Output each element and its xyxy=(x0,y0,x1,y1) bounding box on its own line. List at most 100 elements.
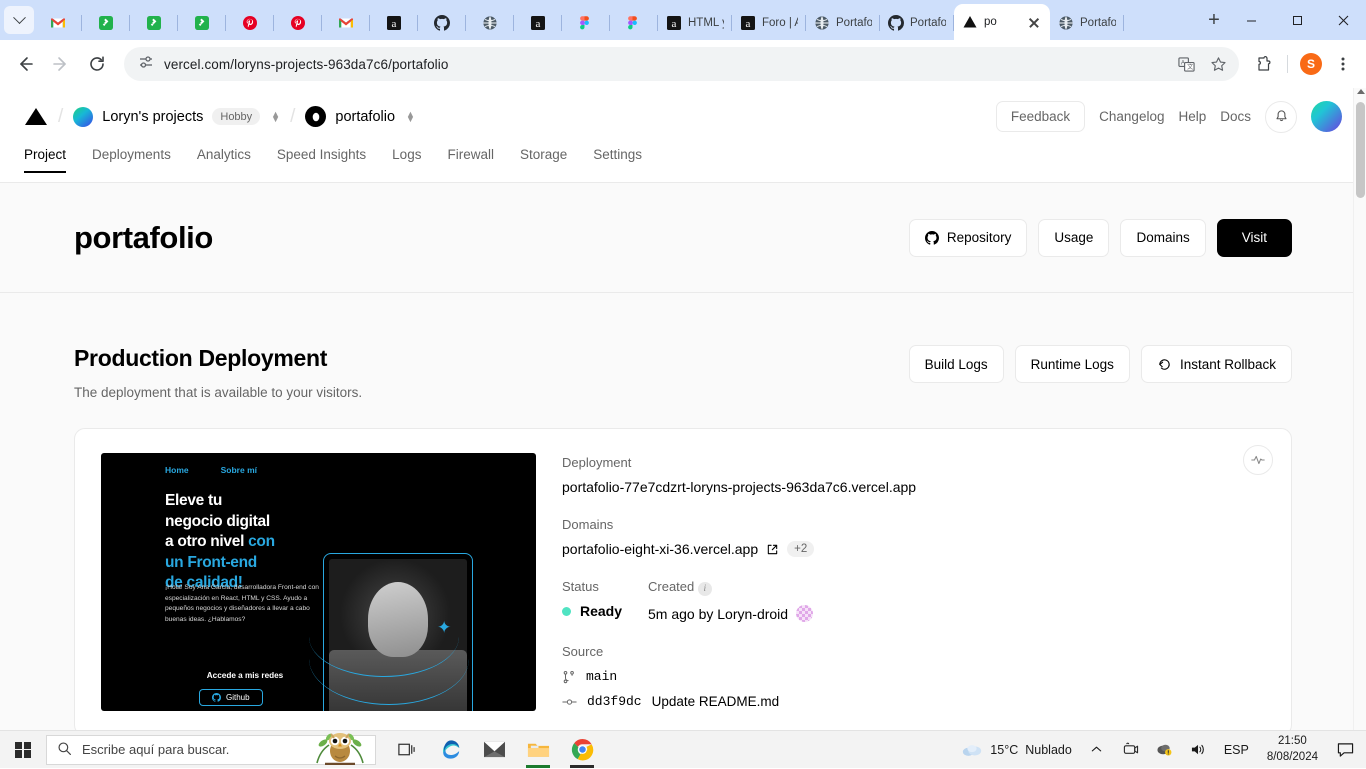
runtime-logs-button[interactable]: Runtime Logs xyxy=(1015,345,1130,383)
start-button[interactable] xyxy=(0,731,46,769)
browser-tab[interactable] xyxy=(226,6,274,40)
browser-tab[interactable]: Portafo xyxy=(1050,6,1124,40)
platzi-icon xyxy=(146,15,162,31)
weather-widget[interactable]: 15°C Nublado xyxy=(953,731,1080,769)
bookmark-star-icon[interactable] xyxy=(1203,49,1233,79)
team-switcher-icon[interactable]: ▲▼ xyxy=(271,112,280,122)
breadcrumb-project[interactable]: portafolio ▲▼ xyxy=(305,106,415,127)
file-explorer-icon[interactable] xyxy=(516,731,560,769)
commit-row[interactable]: dd3f9dc Update README.md xyxy=(562,694,1265,709)
browser-tab[interactable] xyxy=(34,6,82,40)
branch-row[interactable]: main xyxy=(562,669,1265,684)
close-button[interactable] xyxy=(1320,4,1366,36)
extensions-icon[interactable] xyxy=(1249,49,1279,79)
git-branch-icon xyxy=(562,670,576,684)
nav-tab-settings[interactable]: Settings xyxy=(593,147,642,173)
alura-icon: a xyxy=(386,15,402,31)
tab-title: Portafo xyxy=(836,17,872,29)
preview-heading: Eleve tunegocio digitala otro nivel conu… xyxy=(165,491,275,594)
deployment-preview-thumbnail[interactable]: Home Sobre mí Eleve tunegocio digitala o… xyxy=(101,453,536,711)
security-warning-icon[interactable] xyxy=(1148,731,1182,769)
usage-button[interactable]: Usage xyxy=(1038,219,1109,257)
browser-tab[interactable] xyxy=(130,6,178,40)
vercel-triangle-logo[interactable] xyxy=(24,106,48,128)
browser-tab[interactable]: aHTML y xyxy=(658,6,732,40)
browser-tab[interactable] xyxy=(610,6,658,40)
minimize-button[interactable] xyxy=(1228,4,1274,36)
nav-tab-speed-insights[interactable]: Speed Insights xyxy=(277,147,366,173)
scrollbar-thumb[interactable] xyxy=(1356,102,1365,198)
instant-rollback-button[interactable]: Instant Rollback xyxy=(1141,345,1292,383)
back-button[interactable] xyxy=(8,47,42,81)
changelog-link[interactable]: Changelog xyxy=(1099,109,1164,124)
chrome-menu-icon[interactable] xyxy=(1328,49,1358,79)
nav-tab-storage[interactable]: Storage xyxy=(520,147,567,173)
project-switcher-icon[interactable]: ▲▼ xyxy=(406,112,415,122)
browser-tab[interactable] xyxy=(418,6,466,40)
deployment-url[interactable]: portafolio-77e7cdzrt-loryns-projects-963… xyxy=(562,479,1265,495)
show-hidden-icons-icon[interactable] xyxy=(1080,731,1114,769)
browser-tab[interactable] xyxy=(466,6,514,40)
browser-tab[interactable]: Portafo xyxy=(806,6,880,40)
commit-hash: dd3f9dc xyxy=(587,694,642,709)
reload-button[interactable] xyxy=(80,47,114,81)
chevron-down-icon xyxy=(13,11,26,24)
browser-tab[interactable] xyxy=(178,6,226,40)
browser-tab[interactable] xyxy=(562,6,610,40)
domain-extra-badge[interactable]: +2 xyxy=(787,541,814,557)
browser-tab[interactable] xyxy=(82,6,130,40)
pinterest-icon xyxy=(242,15,258,31)
volume-icon[interactable] xyxy=(1182,731,1216,769)
browser-tab[interactable]: po xyxy=(954,4,1050,40)
action-center-icon[interactable] xyxy=(1328,731,1362,769)
translate-icon[interactable]: A文 xyxy=(1171,49,1201,79)
nav-tab-deployments[interactable]: Deployments xyxy=(92,147,171,173)
docs-link[interactable]: Docs xyxy=(1220,109,1251,124)
activity-pulse-icon[interactable] xyxy=(1243,445,1273,475)
taskbar-search-box[interactable]: Escribe aquí para buscar. xyxy=(46,735,376,765)
chrome-icon[interactable] xyxy=(560,731,604,769)
onedrive-icon[interactable] xyxy=(1114,731,1148,769)
forward-button[interactable] xyxy=(44,47,78,81)
address-bar[interactable]: vercel.com/loryns-projects-963da7c6/port… xyxy=(124,47,1239,81)
browser-tab[interactable]: a xyxy=(370,6,418,40)
maximize-button[interactable] xyxy=(1274,4,1320,36)
task-view-icon[interactable] xyxy=(384,731,428,769)
profile-avatar[interactable]: S xyxy=(1296,49,1326,79)
nav-tab-project[interactable]: Project xyxy=(24,147,66,173)
domains-button[interactable]: Domains xyxy=(1120,219,1205,257)
nav-tab-logs[interactable]: Logs xyxy=(392,147,421,173)
breadcrumb-team[interactable]: Loryn's projects Hobby ▲▼ xyxy=(73,107,280,127)
info-icon[interactable]: i xyxy=(698,582,712,596)
nav-tab-analytics[interactable]: Analytics xyxy=(197,147,251,173)
edge-icon[interactable] xyxy=(428,731,472,769)
page-scrollbar[interactable] xyxy=(1353,88,1366,730)
domain-url[interactable]: portafolio-eight-xi-36.vercel.app xyxy=(562,541,758,557)
visit-button[interactable]: Visit xyxy=(1217,219,1292,257)
nav-tab-firewall[interactable]: Firewall xyxy=(447,147,494,173)
tab-close-icon[interactable] xyxy=(1026,14,1042,30)
notification-bell-icon[interactable] xyxy=(1265,101,1297,133)
new-tab-button[interactable] xyxy=(1200,6,1228,34)
scroll-up-arrow-icon[interactable] xyxy=(1357,89,1365,94)
user-avatar[interactable] xyxy=(1311,101,1342,132)
help-link[interactable]: Help xyxy=(1178,109,1206,124)
tab-search-button[interactable] xyxy=(4,6,34,34)
globe-icon xyxy=(482,15,498,31)
search-icon xyxy=(57,741,72,759)
browser-tab[interactable]: a xyxy=(514,6,562,40)
build-logs-button[interactable]: Build Logs xyxy=(909,345,1004,383)
external-link-icon[interactable] xyxy=(766,543,779,556)
tab-title: po xyxy=(984,16,997,28)
mail-icon[interactable] xyxy=(472,731,516,769)
site-settings-icon[interactable] xyxy=(138,54,154,75)
browser-tab[interactable]: Portafo xyxy=(880,6,954,40)
created-label: Created xyxy=(648,579,694,594)
clock[interactable]: 21:50 8/08/2024 xyxy=(1257,734,1328,765)
language-indicator[interactable]: ESP xyxy=(1216,731,1257,769)
feedback-button[interactable]: Feedback xyxy=(996,101,1085,132)
repository-button[interactable]: Repository xyxy=(909,219,1028,257)
browser-tab[interactable]: aForo | A xyxy=(732,6,806,40)
browser-tab[interactable] xyxy=(274,6,322,40)
browser-tab[interactable] xyxy=(322,6,370,40)
